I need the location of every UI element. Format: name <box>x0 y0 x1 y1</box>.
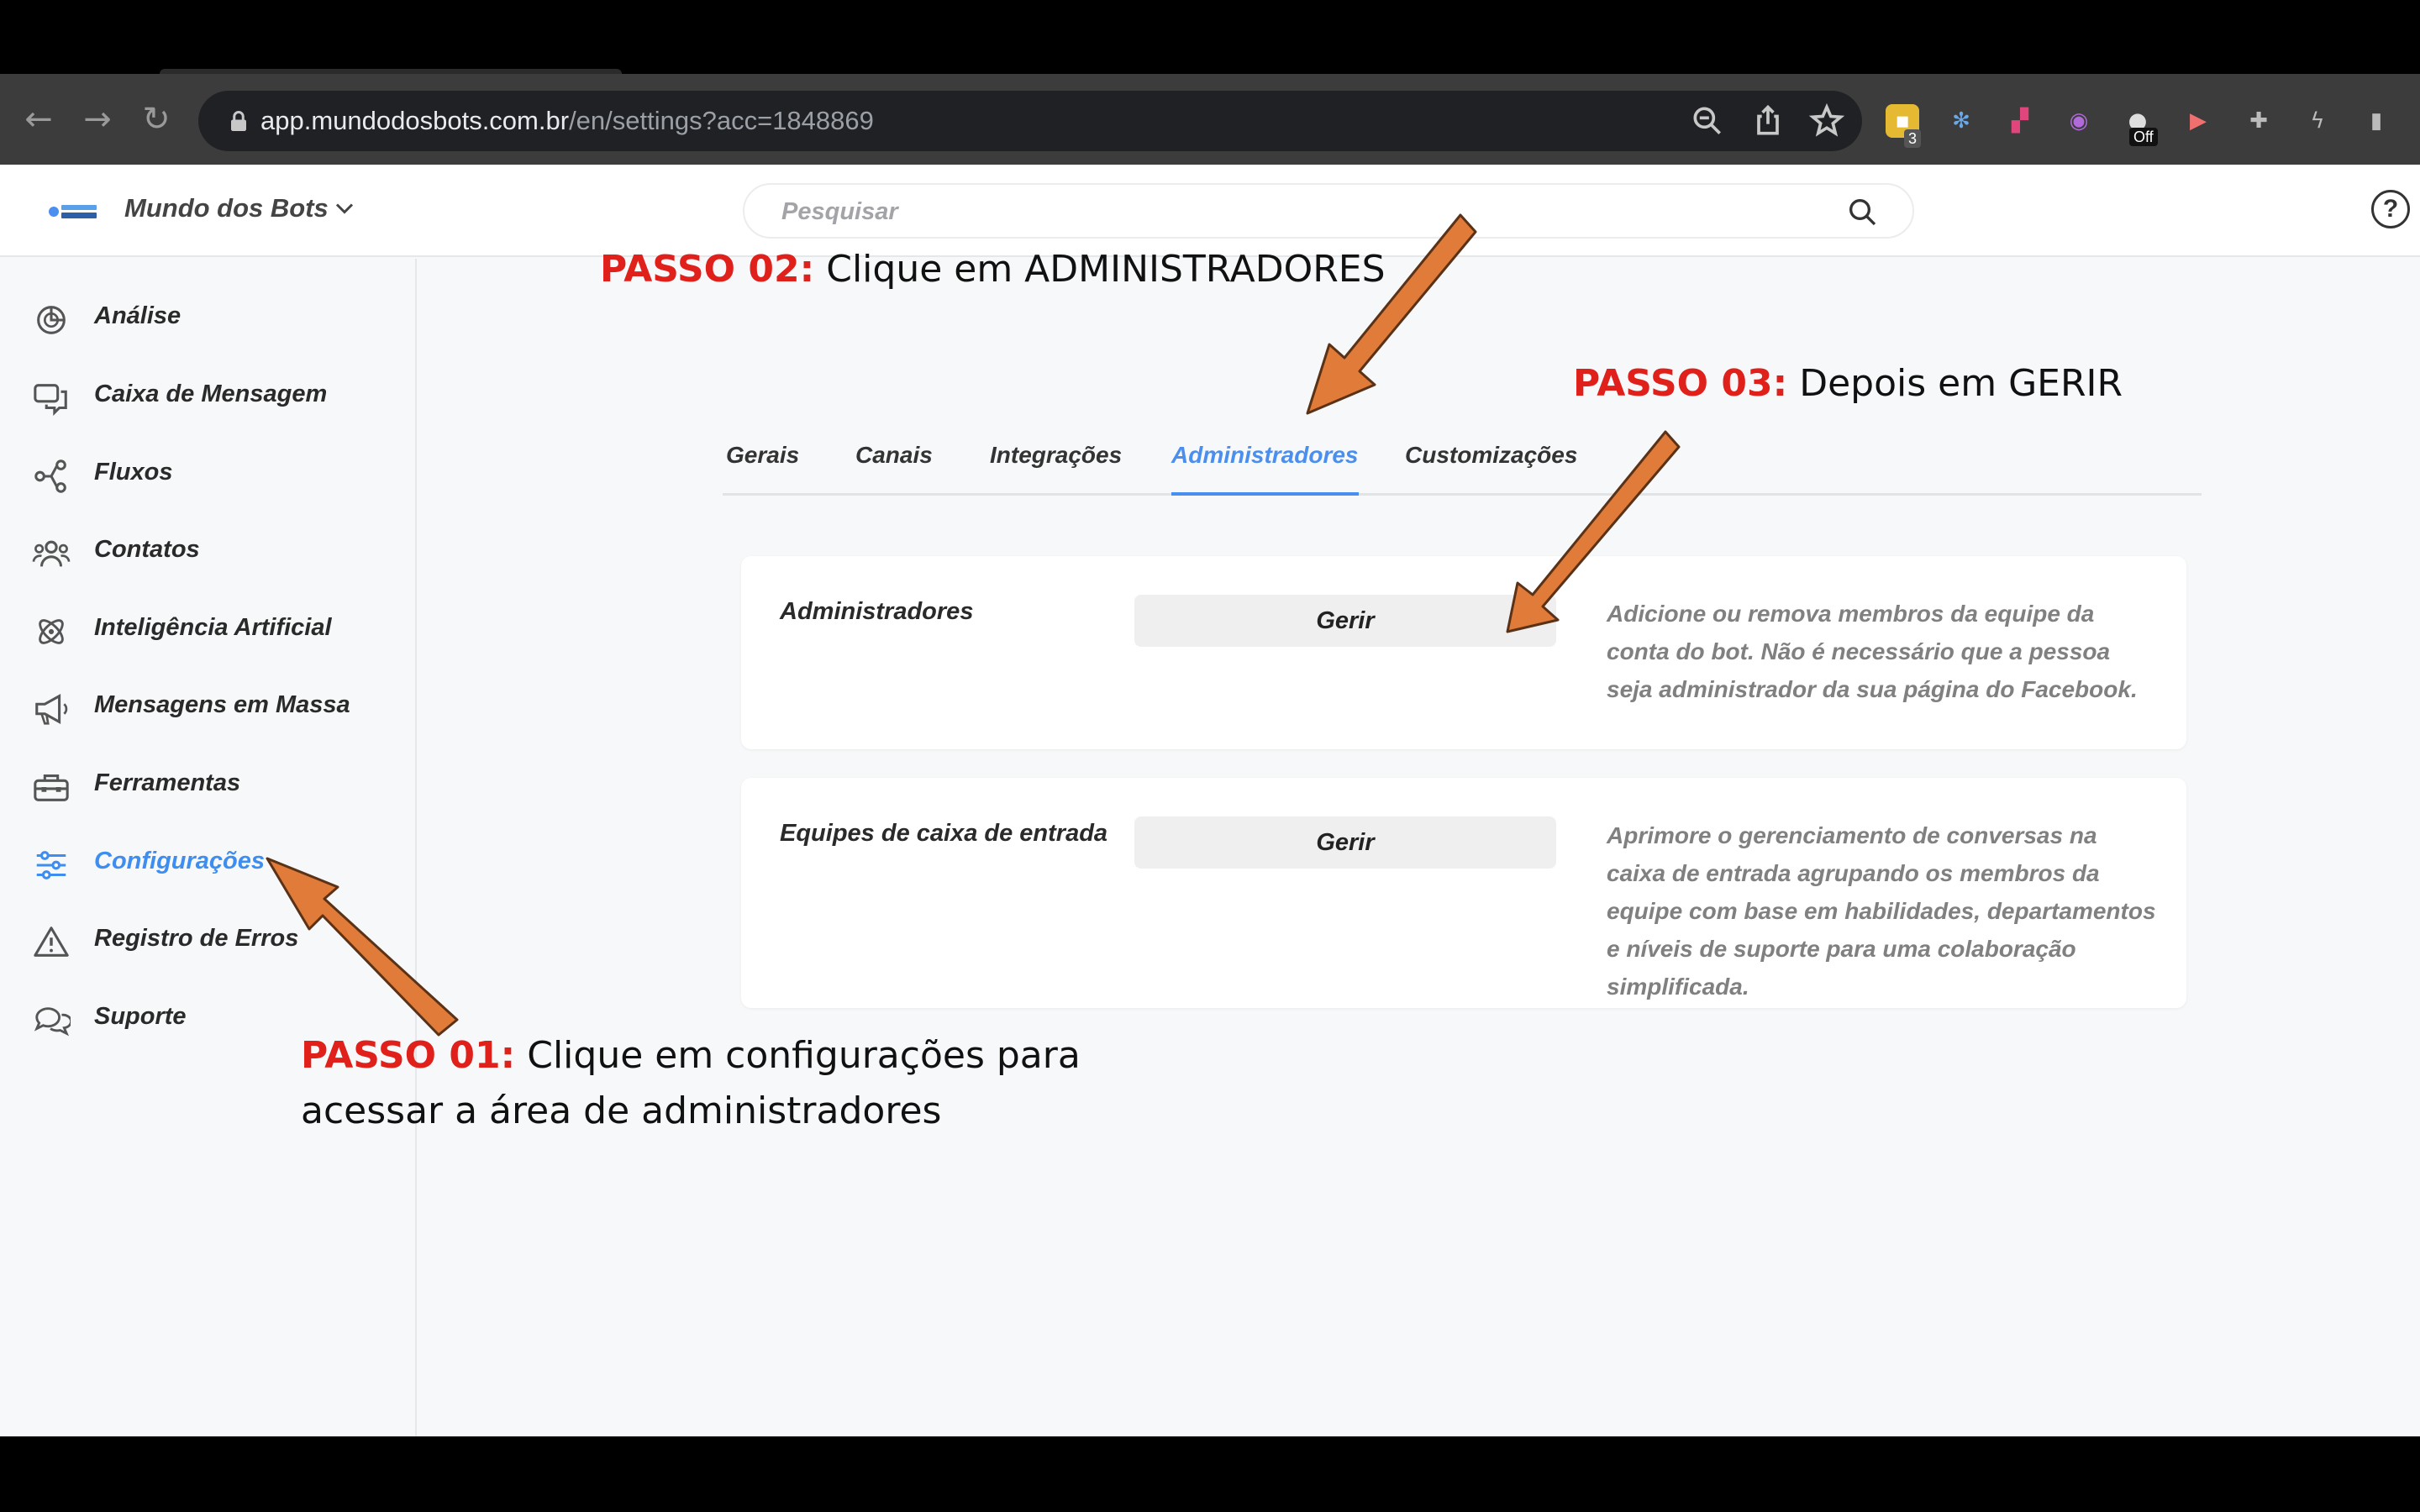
extension-brain-icon[interactable]: ◉ <box>2062 104 2096 138</box>
extension-badge-count: 3 <box>1904 129 1922 148</box>
brand-logo <box>49 205 97 218</box>
sidebar: Análise Caixa de Mensagem Fluxos Contato… <box>0 259 417 1512</box>
sidebar-item-label: Mensagens em Massa <box>94 691 350 718</box>
pie-chart-icon <box>37 306 66 334</box>
workspace-name[interactable]: Mundo dos Bots <box>124 193 329 223</box>
help-icon[interactable]: ? <box>2371 190 2410 228</box>
annotation-step-3: PASSO 03: Depois em GERIR <box>1573 362 2123 405</box>
sidebar-item-mensagens-em-massa[interactable]: Mensagens em Massa <box>0 676 412 738</box>
annotation-step-1: PASSO 01: Clique em configurações para a… <box>301 1034 1081 1132</box>
sidebar-item-ferramentas[interactable]: Ferramentas <box>0 754 412 816</box>
sidebar-item-label: Registro de Erros <box>94 925 299 952</box>
search-input[interactable] <box>781 193 1790 230</box>
screen-letterbox-bottom <box>0 1436 2420 1512</box>
side-panel-icon[interactable]: ▮ <box>2360 104 2393 138</box>
warning-icon <box>34 927 69 957</box>
support-chat-icon <box>34 1007 71 1037</box>
sidebar-item-registro-de-erros[interactable]: Registro de Erros <box>0 910 412 972</box>
card-description: Adicione ou remova membros da equipe da … <box>1607 601 2138 702</box>
sliders-icon <box>36 851 66 879</box>
extension-grid-icon[interactable]: ▞ <box>2003 104 2037 138</box>
flow-share-icon <box>34 459 66 493</box>
card-title: Equipes de caixa de entrada <box>780 820 1108 847</box>
sidebar-item-label: Contatos <box>94 536 200 563</box>
tab-gerais[interactable]: Gerais <box>726 442 799 496</box>
zoom-icon[interactable] <box>1689 102 1726 139</box>
forward-arrow-icon[interactable]: → <box>72 94 123 144</box>
chat-bubbles-icon <box>34 384 67 416</box>
extension-record-icon[interactable]: ▶ <box>2181 104 2215 138</box>
people-icon <box>32 540 71 567</box>
manage-inbox-teams-button[interactable]: Gerir <box>1134 816 1556 869</box>
atom-icon <box>39 619 64 644</box>
sidebar-item-label: Ferramentas <box>94 769 241 796</box>
card-title: Administradores <box>780 598 974 625</box>
extensions-puzzle-icon[interactable]: ✚ <box>2242 104 2275 138</box>
sidebar-item-label: Análise <box>94 302 182 329</box>
sidebar-item-label: Caixa de Mensagem <box>94 381 328 407</box>
back-arrow-icon[interactable]: ← <box>13 94 64 144</box>
url-text: app.mundodosbots.com.br/en/settings?acc=… <box>260 106 874 135</box>
reload-icon[interactable]: ↻ <box>131 94 182 144</box>
address-bar[interactable]: app.mundodosbots.com.br/en/settings?acc=… <box>198 91 1862 151</box>
sidebar-item-analise[interactable]: Análise <box>0 287 412 349</box>
sidebar-item-label: Configurações <box>94 848 266 874</box>
tab-canais[interactable]: Canais <box>855 442 933 496</box>
search-icon[interactable] <box>1845 195 1879 228</box>
sidebar-item-label: Fluxos <box>94 459 173 486</box>
bookmark-star-icon[interactable] <box>1808 102 1845 139</box>
tab-integracoes[interactable]: Integrações <box>990 442 1122 496</box>
sidebar-item-caixa-de-mensagem[interactable]: Caixa de Mensagem <box>0 365 412 428</box>
extension-bolt-icon[interactable]: ϟ <box>2301 104 2334 138</box>
chevron-down-icon[interactable] <box>329 193 360 223</box>
extension-badge-off: Off <box>2129 128 2158 146</box>
sidebar-item-inteligencia-artificial[interactable]: Inteligência Artificial <box>0 599 412 661</box>
sidebar-item-configuracoes[interactable]: Configurações <box>0 832 412 895</box>
tab-administradores[interactable]: Administradores <box>1171 442 1359 496</box>
screen-letterbox-top <box>0 0 2420 74</box>
annotation-step-2: PASSO 02: Clique em ADMINISTRADORES <box>600 248 1386 291</box>
sidebar-item-label: Inteligência Artificial <box>94 614 332 641</box>
sidebar-item-fluxos[interactable]: Fluxos <box>0 444 412 506</box>
lock-icon <box>231 111 246 131</box>
browser-toolbar: ← → ↻ app.mundodosbots.com.br/en/setting… <box>0 74 2420 165</box>
extension-atom-icon[interactable]: ✻ <box>1944 104 1978 138</box>
megaphone-icon <box>35 694 68 725</box>
toolbox-icon <box>34 774 69 801</box>
tab-customizacoes[interactable]: Customizações <box>1405 442 1577 496</box>
sidebar-item-contatos[interactable]: Contatos <box>0 521 412 583</box>
admins-card: Administradores Gerir Adicione ou remova… <box>741 556 2186 749</box>
manage-admins-button[interactable]: Gerir <box>1134 595 1556 647</box>
card-description: Aprimore o gerenciamento de conversas na… <box>1607 822 2156 1000</box>
share-icon[interactable] <box>1749 102 1786 139</box>
sidebar-item-label: Suporte <box>94 1003 187 1030</box>
search-bar[interactable] <box>743 183 1914 239</box>
inbox-teams-card: Equipes de caixa de entrada Gerir Aprimo… <box>741 778 2186 1008</box>
settings-tabs: Gerais Canais Integrações Administradore… <box>723 432 2202 496</box>
